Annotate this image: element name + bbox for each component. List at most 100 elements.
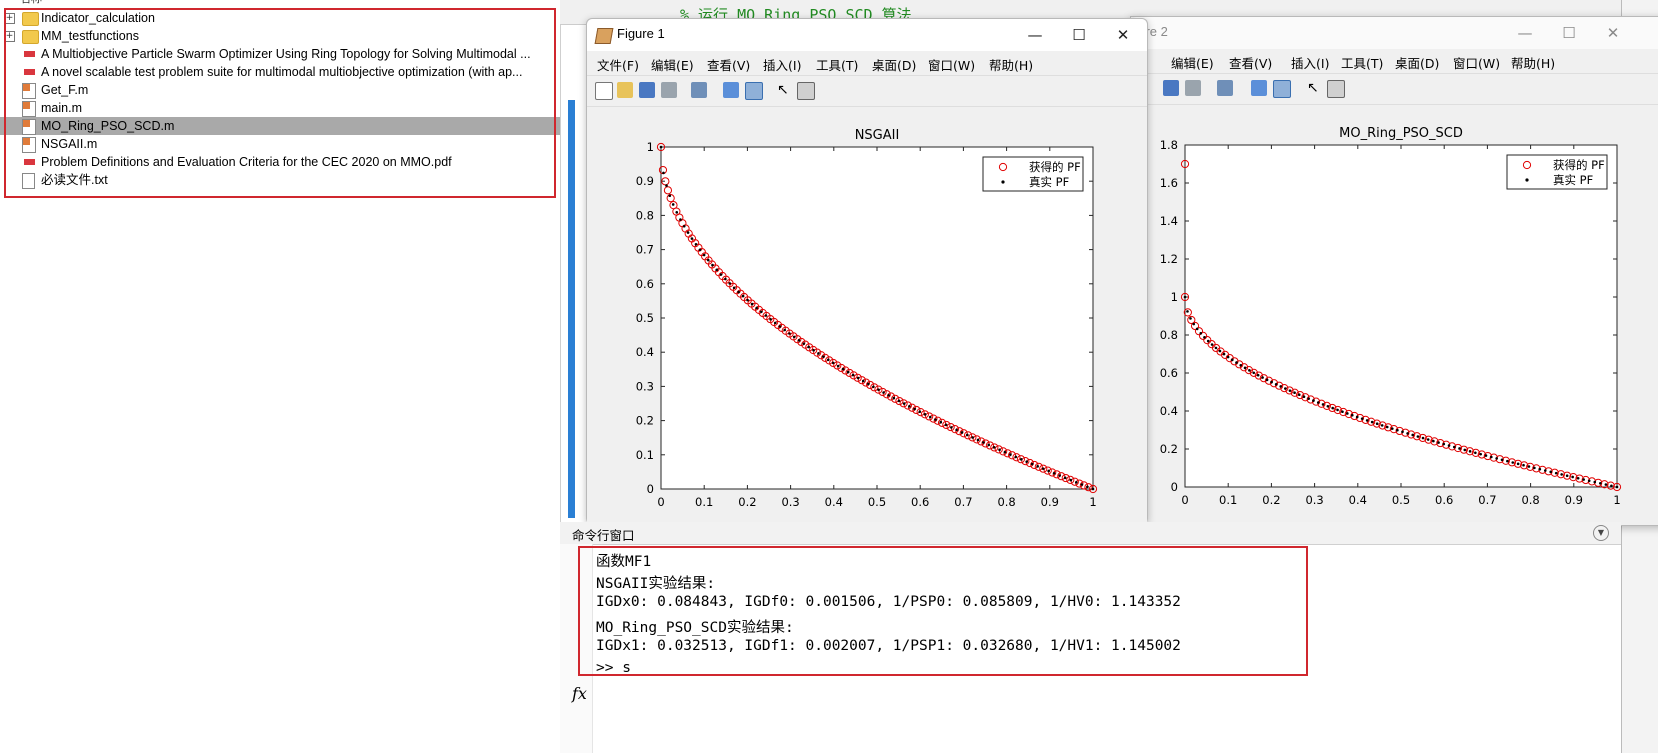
pdf-file-icon [24,51,35,57]
figure-2-titlebar[interactable]: gure 2 — ☐ ✕ [1131,17,1658,49]
x-tick-label: 0.5 [1392,493,1410,507]
pointer-icon[interactable]: ↖ [1307,80,1323,96]
menu-view[interactable]: 查看(V) [1229,53,1272,72]
property-inspector-icon[interactable] [1327,80,1345,98]
minimize-button[interactable]: — [1503,17,1547,49]
expand-icon[interactable]: + [4,31,15,42]
command-prompt[interactable]: >> s [596,660,631,676]
menu-tools[interactable]: 工具(T) [816,55,858,74]
save-icon[interactable] [1163,80,1179,96]
true-pf-point [908,405,911,408]
true-pf-point [659,145,663,149]
minimize-button[interactable]: — [1013,19,1057,51]
true-pf-point [1598,481,1602,485]
true-pf-point [1495,457,1498,460]
true-pf-point [1302,395,1306,399]
menu-help[interactable]: 帮助(H) [1511,53,1555,72]
menu-tools[interactable]: 工具(T) [1341,53,1383,72]
legend-icon[interactable] [1273,80,1291,98]
plot-axes-box [660,146,1094,490]
true-pf-point [711,263,714,267]
file-row[interactable]: A Multiobjective Particle Swarm Optimize… [0,45,560,63]
true-pf-point [892,396,896,400]
command-window-body[interactable]: 函数MF1 NSGAII实验结果: IGDx0: 0.084843, IGDf0… [560,544,1621,753]
open-folder-icon[interactable] [617,82,633,98]
menu-help[interactable]: 帮助(H) [989,55,1033,74]
save-icon[interactable] [639,82,655,98]
menu-insert[interactable]: 插入(I) [763,55,801,74]
mo-ring-pso-scd-chart: MO_Ring_PSO_SCD 0 0.1 0.2 0.3 0.4 0.5 0.6 0.7 0.8… [1160,126,1622,507]
x-tick-label: 0.8 [997,495,1015,509]
menu-window[interactable]: 窗口(W) [928,55,975,74]
true-pf-point [760,310,763,314]
true-pf-point [851,373,855,377]
property-inspector-icon[interactable] [797,82,815,100]
true-pf-point [792,335,796,339]
true-pf-point [1490,455,1493,459]
legend-label: 获得的 PF [1553,158,1605,172]
true-pf-point [1243,366,1247,370]
true-pf-point [887,394,891,397]
legend-icon[interactable] [745,82,763,100]
true-pf-point [1331,406,1334,410]
menu-edit[interactable]: 编辑(E) [651,55,694,74]
true-pf-point [1293,391,1296,394]
x-tick-label: 0.6 [911,495,929,509]
x-tick-label: 0.6 [1435,493,1453,507]
true-pf-point [662,171,665,175]
menu-window[interactable]: 窗口(W) [1453,53,1500,72]
true-pf-point [1365,419,1369,422]
pointer-icon[interactable]: ↖ [777,82,793,98]
editor-focus-bar [568,100,575,518]
column-header[interactable]: 名称 [20,0,42,5]
file-row[interactable]: NSGAII.m [0,135,560,153]
file-row[interactable]: Problem Definitions and Evaluation Crite… [0,153,560,171]
menu-desktop[interactable]: 桌面(D) [1395,53,1439,72]
close-button[interactable]: ✕ [1101,19,1145,51]
current-folder-panel: 名称 + Indicator_calculation + MM_testfunctio… [0,0,561,753]
file-row[interactable]: MO_Ring_PSO_SCD.m [0,117,560,135]
close-button[interactable]: ✕ [1591,17,1635,49]
m-file-icon [22,83,36,99]
file-row[interactable]: 必读文件.txt [0,171,560,189]
colorbar-icon[interactable] [723,82,739,98]
true-pf-point [1063,476,1067,480]
true-pf-point [1560,473,1563,476]
menu-view[interactable]: 查看(V) [707,55,750,74]
file-row[interactable]: + Indicator_calculation [0,9,560,27]
maximize-button[interactable]: ☐ [1547,17,1591,49]
figure-2-plot-area: MO_Ring_PSO_SCD 0 0.1 0.2 0.3 0.4 0.5 0.6 0.7 0.8… [1131,105,1658,525]
file-row[interactable]: main.m [0,99,560,117]
menu-insert[interactable]: 插入(I) [1291,53,1329,72]
true-pf-point [1474,451,1477,455]
link-icon[interactable] [1217,80,1233,96]
true-pf-point [1252,371,1256,375]
menu-file[interactable]: 文件(F) [597,55,639,74]
true-pf-point [1442,442,1446,446]
expand-icon[interactable]: + [4,13,15,24]
menu-edit[interactable]: 编辑(E) [1171,53,1214,72]
file-row[interactable]: + MM_testfunctions [0,27,560,45]
figure-1-plot-area: NSGAII 0 0.1 0.2 0.3 0.4 0.5 0.6 0.7 0.8 0.9 1 0 0.1 0… [587,107,1147,523]
figure-1-titlebar[interactable]: Figure 1 — ☐ ✕ [587,19,1147,51]
function-browser-icon[interactable]: fx [572,684,587,703]
maximize-button[interactable]: ☐ [1057,19,1101,51]
print-icon[interactable] [661,82,677,98]
y-tick-label: 1.2 [1160,252,1178,266]
true-pf-point [841,367,845,371]
chevron-down-icon[interactable]: ▼ [1593,525,1609,541]
colorbar-icon[interactable] [1251,80,1267,96]
true-pf-point [755,306,759,310]
print-icon[interactable] [1185,80,1201,96]
file-row[interactable]: Get_F.m [0,81,560,99]
new-figure-icon[interactable] [595,82,613,100]
true-pf-point [971,436,974,439]
true-pf-point [846,370,850,374]
file-row[interactable]: A novel scalable test problem suite for … [0,63,560,81]
link-icon[interactable] [691,82,707,98]
true-pf-point [1538,467,1542,471]
true-pf-point [1571,475,1574,479]
menu-desktop[interactable]: 桌面(D) [872,55,916,74]
true-pf-point [1192,322,1196,326]
y-tick-label: 0.4 [636,345,654,359]
